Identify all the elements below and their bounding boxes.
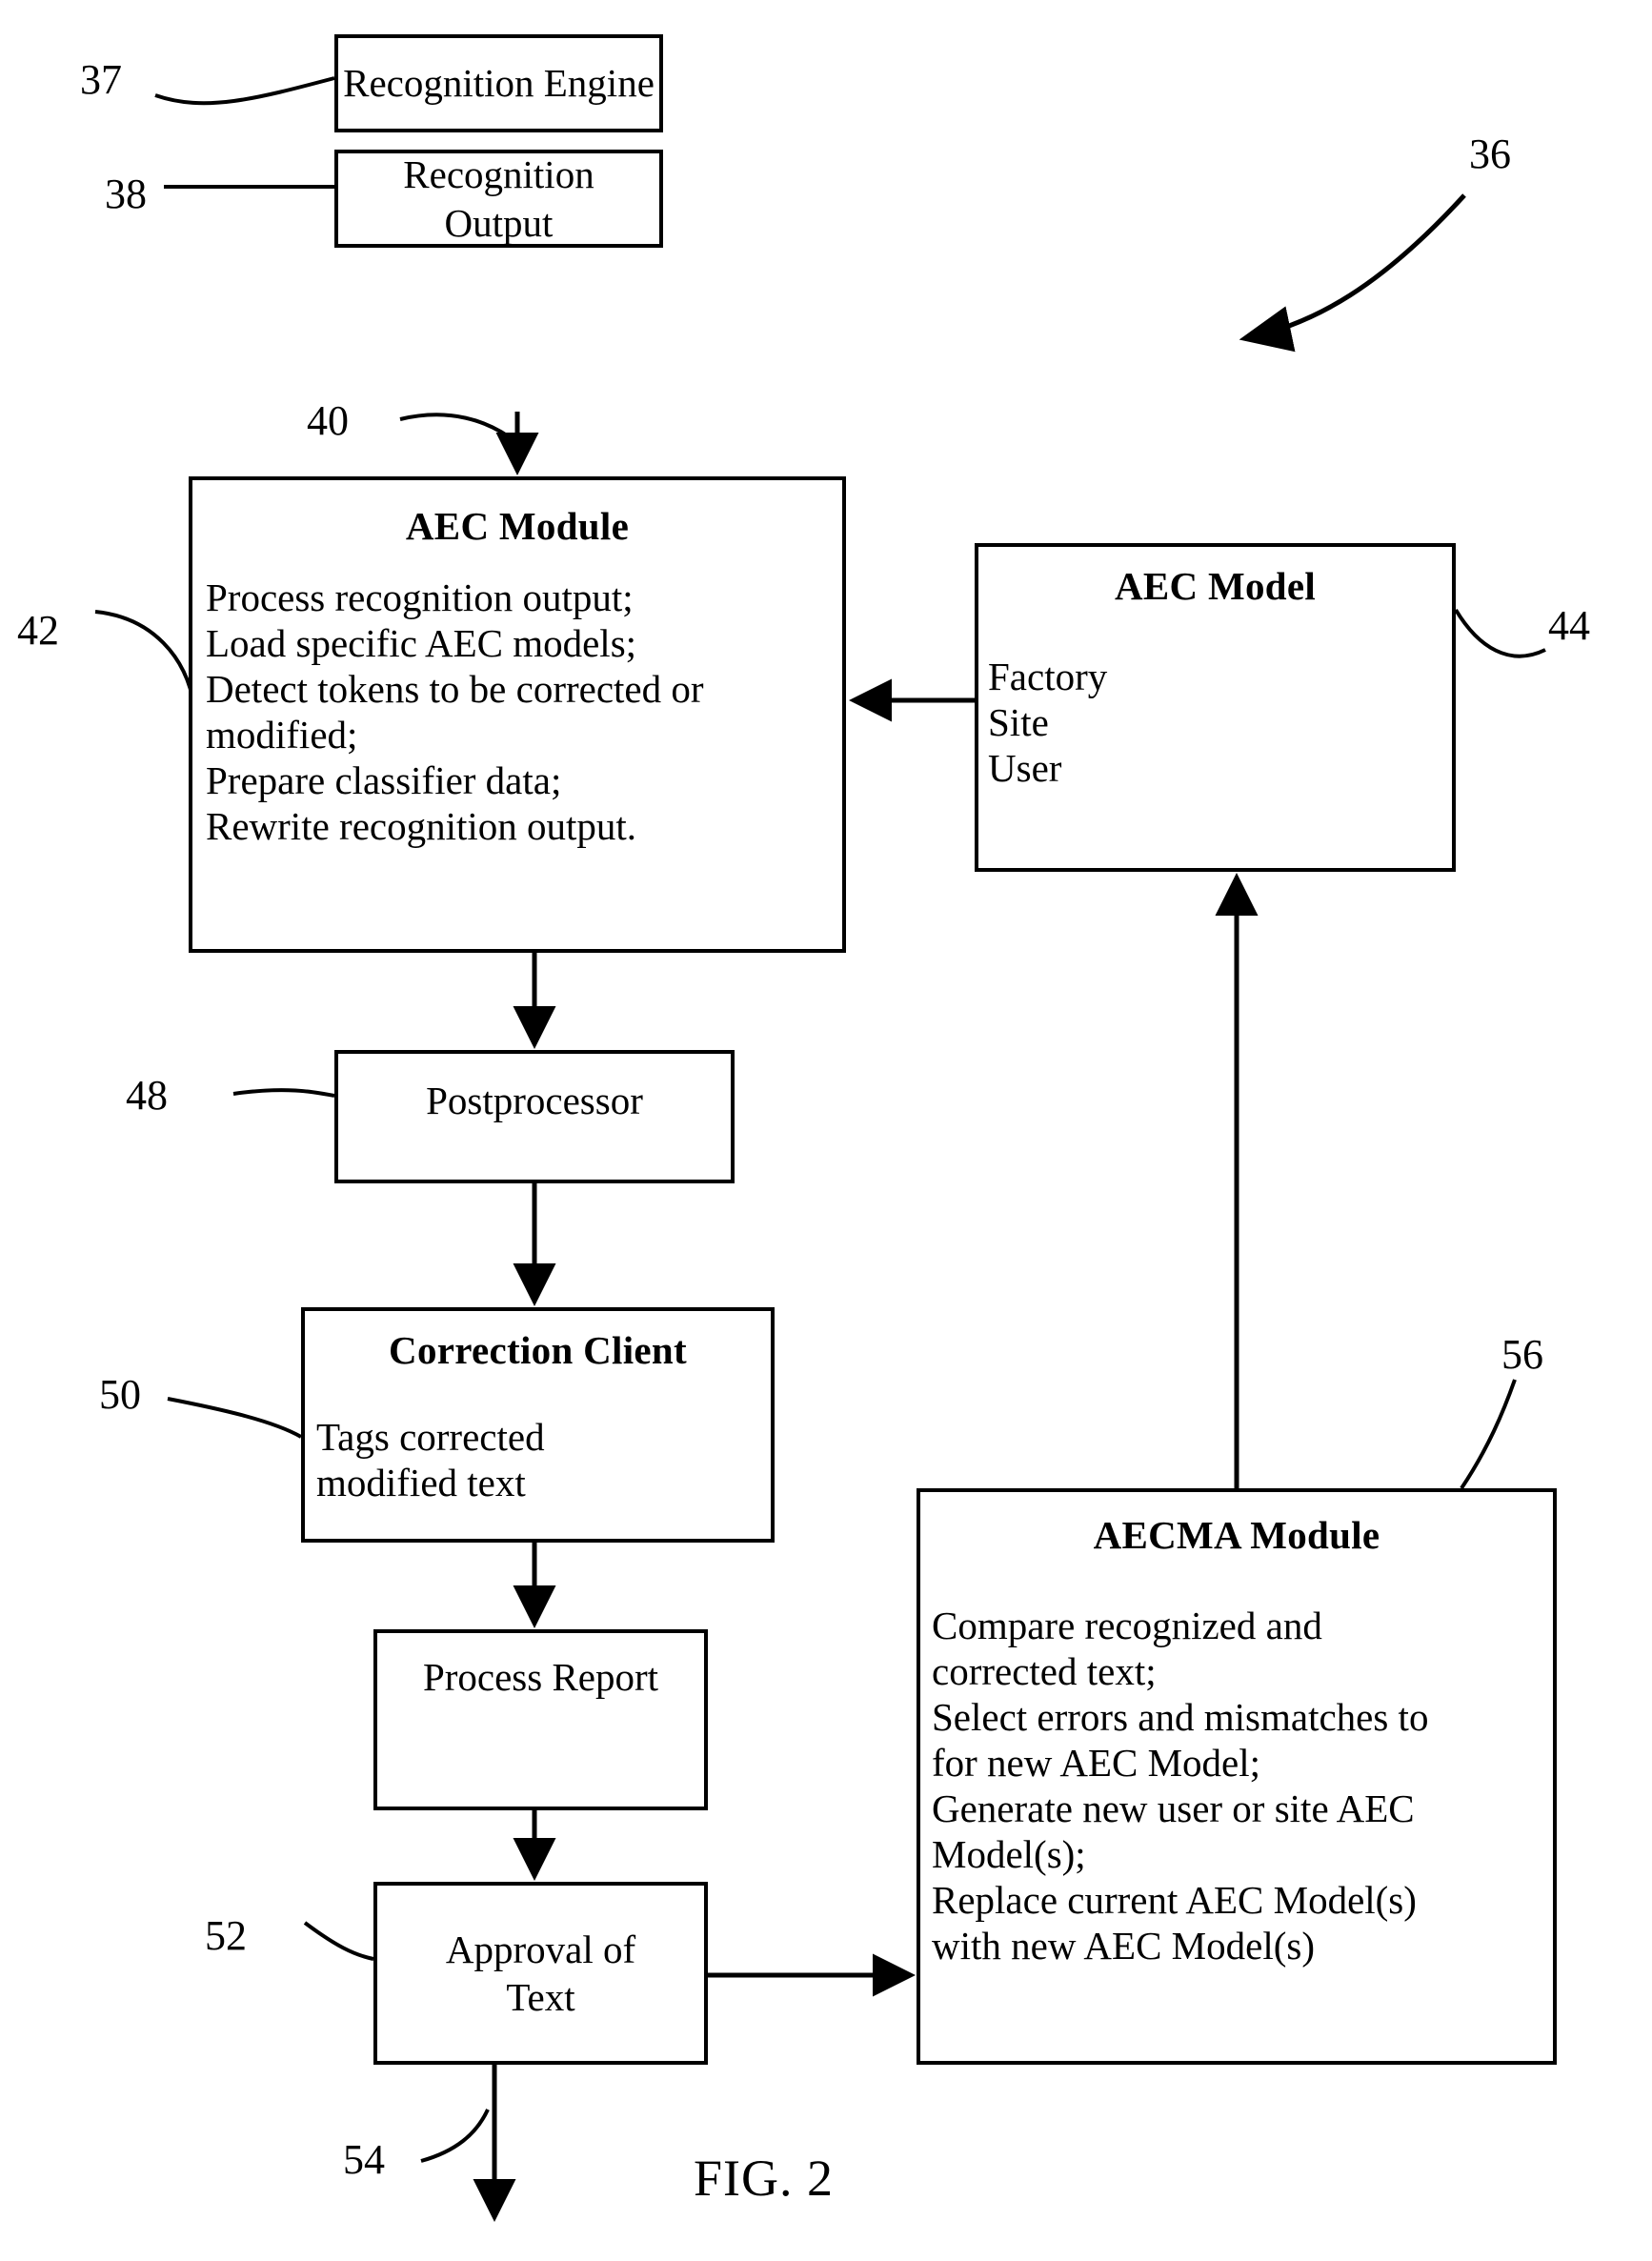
recognition-engine-title: Recognition Engine (343, 61, 655, 106)
process-report-title: Process Report (422, 1655, 659, 1699)
box-aec-module[interactable]: AEC Module Process recognition output; L… (189, 476, 846, 953)
box-aecma-module[interactable]: AECMA Module Compare recognized and corr… (917, 1488, 1557, 2065)
box-postprocessor[interactable]: Postprocessor (334, 1050, 735, 1183)
leader-48 (232, 1088, 335, 1098)
leader-54 (420, 2109, 490, 2163)
aec-module-title: AEC Module (405, 504, 630, 548)
aec-model-title: AEC Model (1114, 564, 1317, 608)
leader-42 (94, 610, 196, 708)
box-process-report[interactable]: Process Report (373, 1629, 708, 1810)
box-recognition-engine[interactable]: Recognition Engine (334, 34, 663, 132)
reference-numeral-54: 54 (343, 2136, 385, 2183)
leader-36 (1239, 193, 1466, 353)
box-correction-client[interactable]: Correction Client Tags corrected modifie… (301, 1307, 775, 1543)
leader-56 (1460, 1379, 1517, 1490)
approval-of-text-title: Approval of Text (445, 1927, 636, 2019)
recognition-output-title: Recognition Output (403, 152, 594, 245)
leader-44 (1454, 608, 1546, 658)
box-approval-of-text[interactable]: Approval of Text (373, 1882, 708, 2065)
reference-numeral-36: 36 (1469, 131, 1511, 177)
box-recognition-output[interactable]: Recognition Output (334, 150, 663, 248)
reference-numeral-38: 38 (105, 171, 147, 217)
aec-model-body: Factory Site User (988, 655, 1108, 791)
reference-numeral-40: 40 (307, 397, 349, 444)
reference-numeral-42: 42 (17, 607, 59, 654)
reference-numeral-52: 52 (205, 1912, 247, 1959)
leader-50 (167, 1397, 302, 1439)
leader-52 (303, 1921, 374, 1961)
reference-numeral-48: 48 (126, 1072, 168, 1119)
reference-numeral-56: 56 (1501, 1331, 1543, 1378)
aec-module-body: Process recognition output; Load specifi… (206, 575, 704, 848)
leader-37 (154, 76, 335, 106)
leader-40 (399, 413, 519, 445)
reference-numeral-44: 44 (1548, 602, 1590, 649)
reference-numeral-37: 37 (80, 56, 122, 103)
reference-numeral-50: 50 (99, 1371, 141, 1418)
box-aec-model[interactable]: AEC Model Factory Site User (975, 543, 1456, 872)
aecma-module-body: Compare recognized and corrected text; S… (932, 1604, 1429, 1968)
aecma-module-title: AECMA Module (1093, 1513, 1380, 1557)
figure-label: FIG. 2 (694, 2150, 835, 2207)
correction-client-title: Correction Client (389, 1328, 687, 1372)
figure-canvas: Recognition Engine Recognition Output AE… (0, 0, 1652, 2261)
postprocessor-title: Postprocessor (426, 1079, 643, 1122)
correction-client-body: Tags corrected modified text (316, 1415, 545, 1505)
